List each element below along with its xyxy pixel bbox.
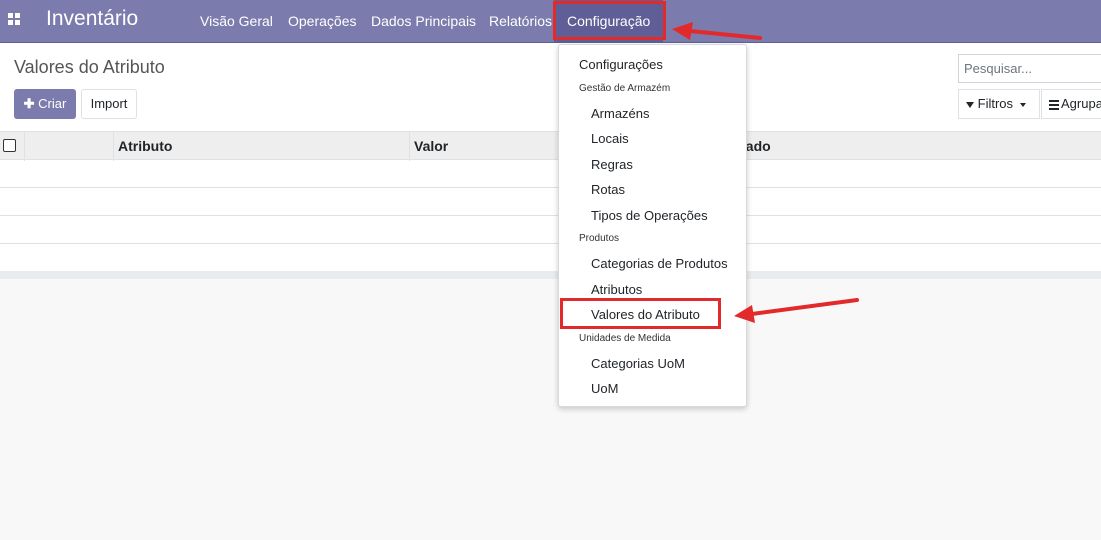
arrow-to-valores-atributo bbox=[734, 298, 859, 323]
arrow-to-configuracao bbox=[672, 22, 762, 40]
annotation-arrows bbox=[672, 22, 859, 323]
